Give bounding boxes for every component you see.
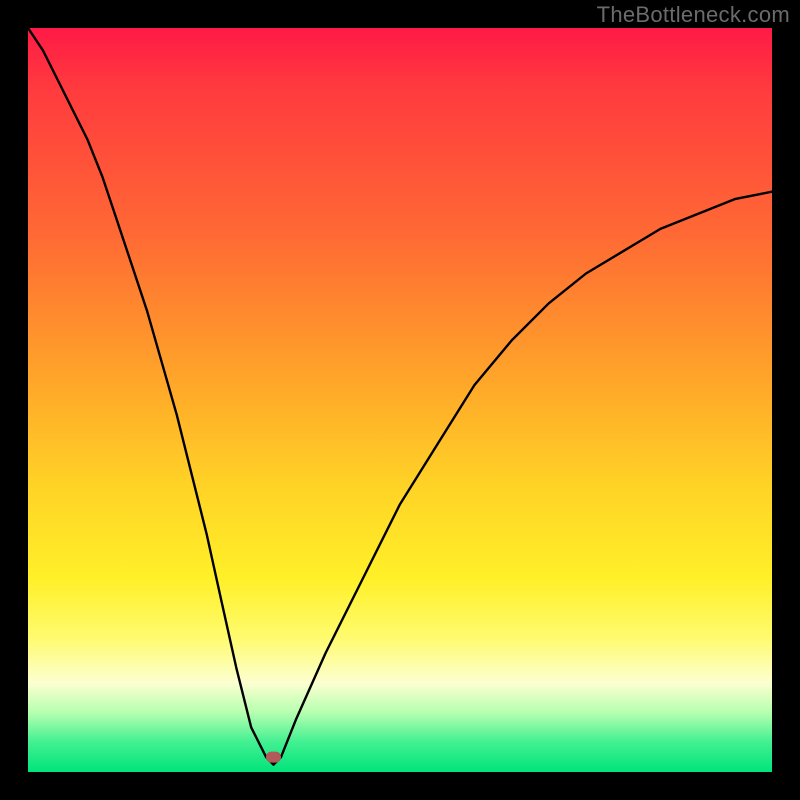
bottleneck-curve [28, 28, 772, 765]
plot-area [28, 28, 772, 772]
minimum-marker [266, 752, 281, 763]
watermark-text: TheBottleneck.com [597, 2, 790, 28]
chart-frame: TheBottleneck.com [0, 0, 800, 800]
chart-svg [28, 28, 772, 772]
